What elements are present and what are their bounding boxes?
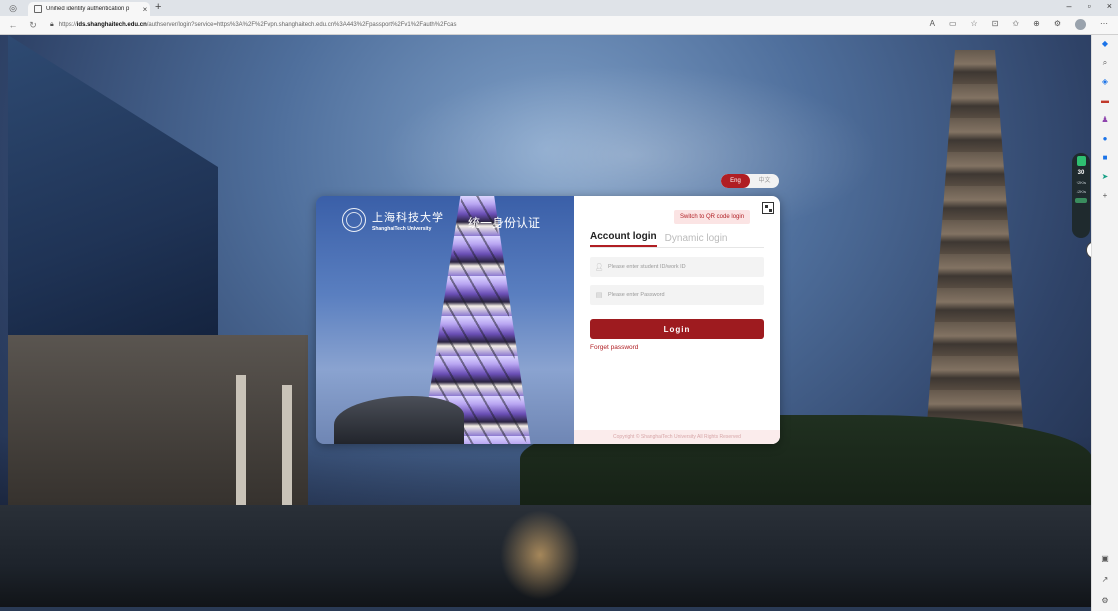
screenshot-icon[interactable]: ▣ <box>1101 554 1109 563</box>
username-field: 👤︎ <box>590 257 764 277</box>
back-icon[interactable]: ← <box>6 20 20 30</box>
page-favicon-icon <box>34 5 42 13</box>
network-speed-widget[interactable]: 30 ↑2K/s ↓2K/s <box>1072 153 1090 238</box>
status-badge <box>1075 198 1087 203</box>
toolbar-icons: A ▭ ☆ ⊡ ✩ ⊕ ⚙ ⋯ <box>930 19 1108 30</box>
office-icon[interactable]: ● <box>1100 134 1110 144</box>
copyright-footer: Copyright © ShanghaiTech University All … <box>574 430 780 444</box>
pillar <box>282 385 292 505</box>
lang-option-chinese[interactable]: 中文 <box>750 174 779 188</box>
window-controls: – ▫ × <box>1067 1 1112 11</box>
briefcase-icon[interactable]: ▬ <box>1100 96 1110 106</box>
games-icon[interactable]: ♟ <box>1100 115 1110 125</box>
download-speed: ↓2K/s <box>1075 189 1086 194</box>
add-sidebar-icon[interactable]: + <box>1100 191 1110 201</box>
password-field: ▤ <box>590 285 764 305</box>
maximize-button[interactable]: ▫ <box>1088 1 1091 11</box>
url-path: /authserver/login?service=https%3A%2F%2F… <box>146 22 457 28</box>
upload-speed: ↑2K/s <box>1075 180 1086 185</box>
browser-titlebar: ◎ Unified identity authentication p × + … <box>0 0 1118 16</box>
university-name-en: ShanghaiTech University <box>372 225 432 232</box>
new-tab-button[interactable]: + <box>155 1 161 13</box>
login-button[interactable]: Login <box>590 319 764 339</box>
split-screen-icon[interactable]: ▭ <box>949 19 957 30</box>
tabs-divider <box>590 247 764 248</box>
forget-password-link[interactable]: Forget password <box>590 344 638 351</box>
tab-close-icon[interactable]: × <box>140 5 150 14</box>
light-reflection <box>500 510 580 600</box>
language-toggle[interactable]: Eng 中文 <box>721 174 779 188</box>
browser-tab[interactable]: Unified identity authentication p × <box>28 2 150 16</box>
glass-building <box>8 35 218 365</box>
search-icon[interactable]: ⌕ <box>1100 58 1110 68</box>
shield-icon <box>1076 156 1086 166</box>
tag-icon[interactable]: ◈ <box>1100 77 1110 87</box>
user-icon: 👤︎ <box>594 264 604 271</box>
more-menu-icon[interactable]: ⋯ <box>1100 19 1108 30</box>
university-seal-icon <box>342 208 366 232</box>
browser-sidebar: ◆ ⌕ ◈ ▬ ♟ ● ■ ➤ + ▣ ↗ ⚙ <box>1091 35 1118 611</box>
right-tower <box>925 50 1025 450</box>
password-input[interactable] <box>606 292 760 298</box>
url-host: ids.shanghaitech.edu.cn <box>76 22 147 28</box>
avatar[interactable] <box>1075 19 1086 30</box>
system-title: 统一身份认证 <box>468 216 541 230</box>
tabs-icon[interactable]: ⊡ <box>992 19 999 30</box>
tab-title: Unified identity authentication p <box>46 6 130 12</box>
settings-gear-icon[interactable]: ⚙ <box>1101 596 1108 605</box>
send-icon[interactable]: ➤ <box>1100 172 1110 182</box>
university-name-cn: 上海科技大学 <box>372 210 444 224</box>
external-link-icon[interactable]: ↗ <box>1102 575 1109 584</box>
widget-number: 30 <box>1077 170 1085 176</box>
address-bar: ← ↻ 🔒︎ https:// ids.shanghaitech.edu.cn … <box>0 16 1118 35</box>
qr-login-switch[interactable]: Switch to QR code login <box>674 210 751 224</box>
lock-icon: ▤ <box>595 292 603 299</box>
lock-icon[interactable]: 🔒︎ <box>50 21 54 29</box>
login-tabs: Account login Dynamic login <box>590 231 727 247</box>
username-input[interactable] <box>606 264 760 270</box>
minimize-button[interactable]: – <box>1067 1 1072 11</box>
collections-icon[interactable]: ⊕ <box>1033 19 1040 30</box>
close-window-button[interactable]: × <box>1107 1 1112 11</box>
copilot-icon[interactable]: ◆ <box>1100 39 1110 49</box>
qr-code-icon[interactable] <box>762 202 774 214</box>
tab-dynamic-login[interactable]: Dynamic login <box>665 233 728 247</box>
read-aloud-icon[interactable]: A <box>930 19 935 30</box>
profile-icon[interactable]: ◎ <box>6 1 20 15</box>
login-form-panel: Switch to QR code login Account login Dy… <box>574 196 780 444</box>
pillar <box>236 375 246 505</box>
card-hero-image: 上海科技大学 ShanghaiTech University 统一身份认证 <box>316 196 574 444</box>
lang-option-english[interactable]: Eng <box>721 174 750 188</box>
login-card: 上海科技大学 ShanghaiTech University 统一身份认证 Sw… <box>316 196 780 444</box>
url-field[interactable]: 🔒︎ https:// ids.shanghaitech.edu.cn /aut… <box>50 21 870 29</box>
favorites-icon[interactable]: ✩ <box>1012 19 1019 30</box>
sidebar-bottom: ▣ ↗ ⚙ <box>1092 554 1118 605</box>
outlook-icon[interactable]: ■ <box>1100 153 1110 163</box>
tower-base-roof <box>334 396 464 444</box>
tab-account-login[interactable]: Account login <box>590 231 657 247</box>
university-name: 上海科技大学 ShanghaiTech University <box>372 209 444 232</box>
extensions-icon[interactable]: ⚙ <box>1054 19 1061 30</box>
refresh-icon[interactable]: ↻ <box>26 20 40 31</box>
lower-building <box>8 335 308 515</box>
url-prefix: https:// <box>58 22 77 28</box>
favorite-star-icon[interactable]: ☆ <box>971 19 978 30</box>
university-logo: 上海科技大学 ShanghaiTech University <box>342 208 444 232</box>
